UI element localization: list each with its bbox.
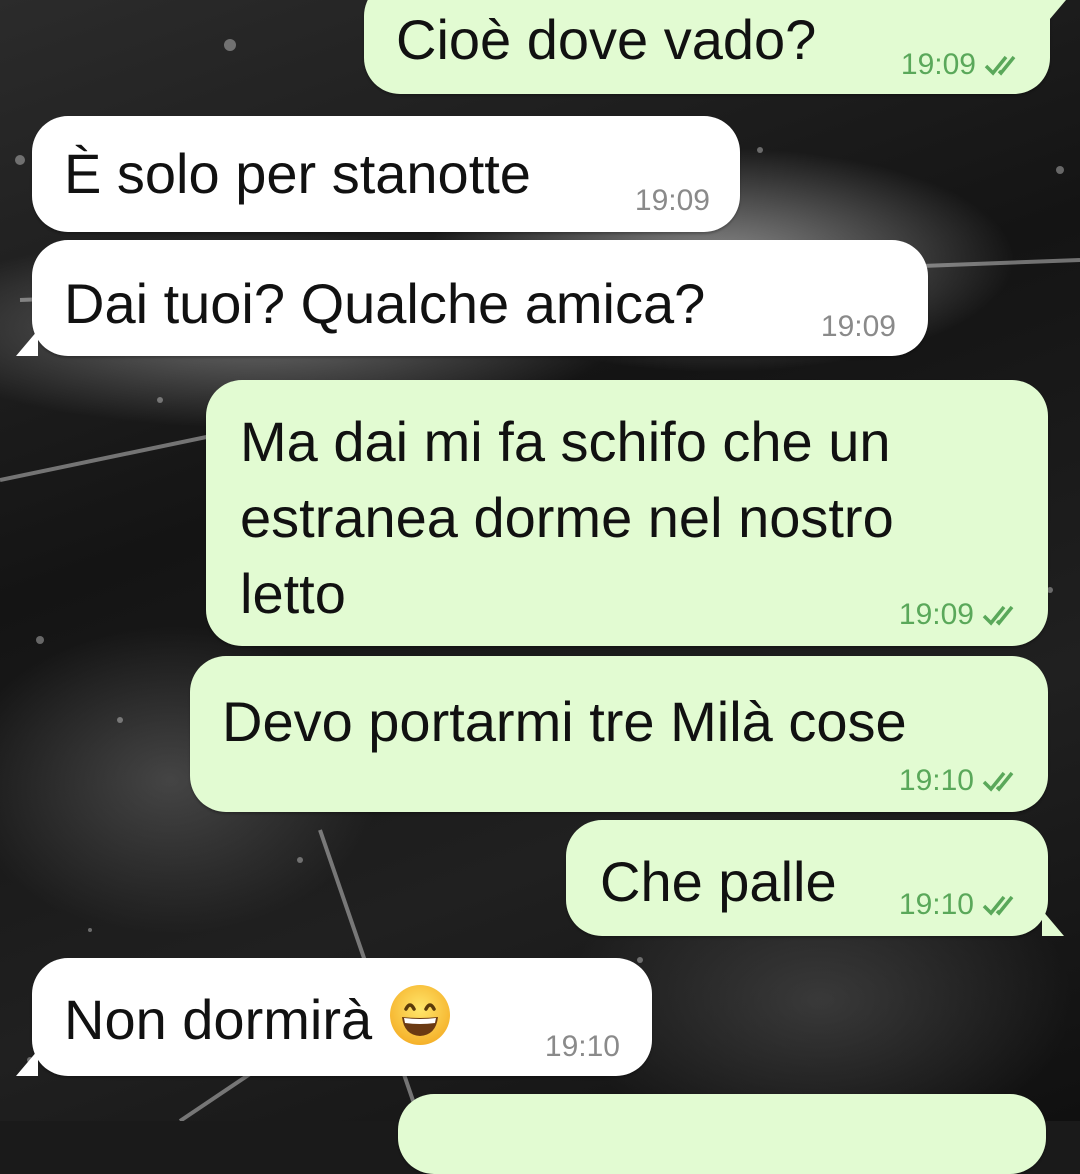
message-bubble-incoming[interactable]: Dai tuoi? Qualche amica? 19:09 [16, 240, 928, 356]
message-text: Che palle [600, 850, 837, 913]
message-time: 19:09 [900, 48, 976, 81]
message-meta: 19:09 [899, 598, 1028, 632]
message-text: Non dormirà [64, 988, 373, 1051]
message-bubble-outgoing[interactable]: Che palle 19:10 [566, 820, 1064, 936]
double-check-icon [984, 55, 1016, 76]
message-bubble-incoming[interactable]: È solo per stanotte 19:09 [32, 116, 740, 232]
message-text: È solo per stanotte [64, 142, 531, 205]
double-check-icon [982, 895, 1014, 916]
message-meta: 19:10 [899, 888, 1028, 922]
message-bubble-outgoing[interactable]: Cioè dove vado? 19:09 [364, 0, 1066, 94]
message-text: Cioè dove vado? [396, 8, 817, 71]
message-bubble-outgoing[interactable]: Ma dai mi fa schifo che un estranea dorm… [206, 380, 1048, 646]
message-bubble-incoming[interactable]: Non dormirà 19:10 [16, 958, 652, 1076]
message-text: Dai tuoi? Qualche amica? [64, 272, 706, 335]
message-time: 19:10 [544, 1030, 620, 1063]
message-text-row: Non dormirà [64, 982, 452, 1058]
message-time: 19:10 [898, 888, 974, 921]
message-time: 19:09 [820, 310, 896, 343]
double-check-icon [982, 771, 1014, 792]
bubble-tail [16, 1050, 38, 1076]
message-time: 19:09 [898, 598, 974, 631]
message-meta: 19:10 [545, 1030, 620, 1064]
bubble-tail [16, 330, 38, 356]
message-text: Devo portarmi tre Milà cose [222, 690, 907, 753]
message-bubble-outgoing[interactable]: Devo portarmi tre Milà cose 19:10 [190, 656, 1048, 812]
message-time: 19:10 [898, 764, 974, 797]
message-meta: 19:09 [901, 48, 1030, 82]
message-bubble-outgoing-partial[interactable] [398, 1094, 1046, 1174]
double-check-icon [982, 605, 1014, 626]
message-text: Ma dai mi fa schifo che un estranea dorm… [240, 410, 894, 625]
grinning-face-emoji-icon [389, 985, 450, 1045]
message-time: 19:09 [634, 184, 710, 217]
bubble-tail [1042, 910, 1064, 936]
message-meta: 19:09 [821, 310, 896, 344]
message-meta: 19:09 [635, 184, 710, 218]
message-meta: 19:10 [899, 764, 1028, 798]
bubble-tail [1044, 0, 1066, 26]
